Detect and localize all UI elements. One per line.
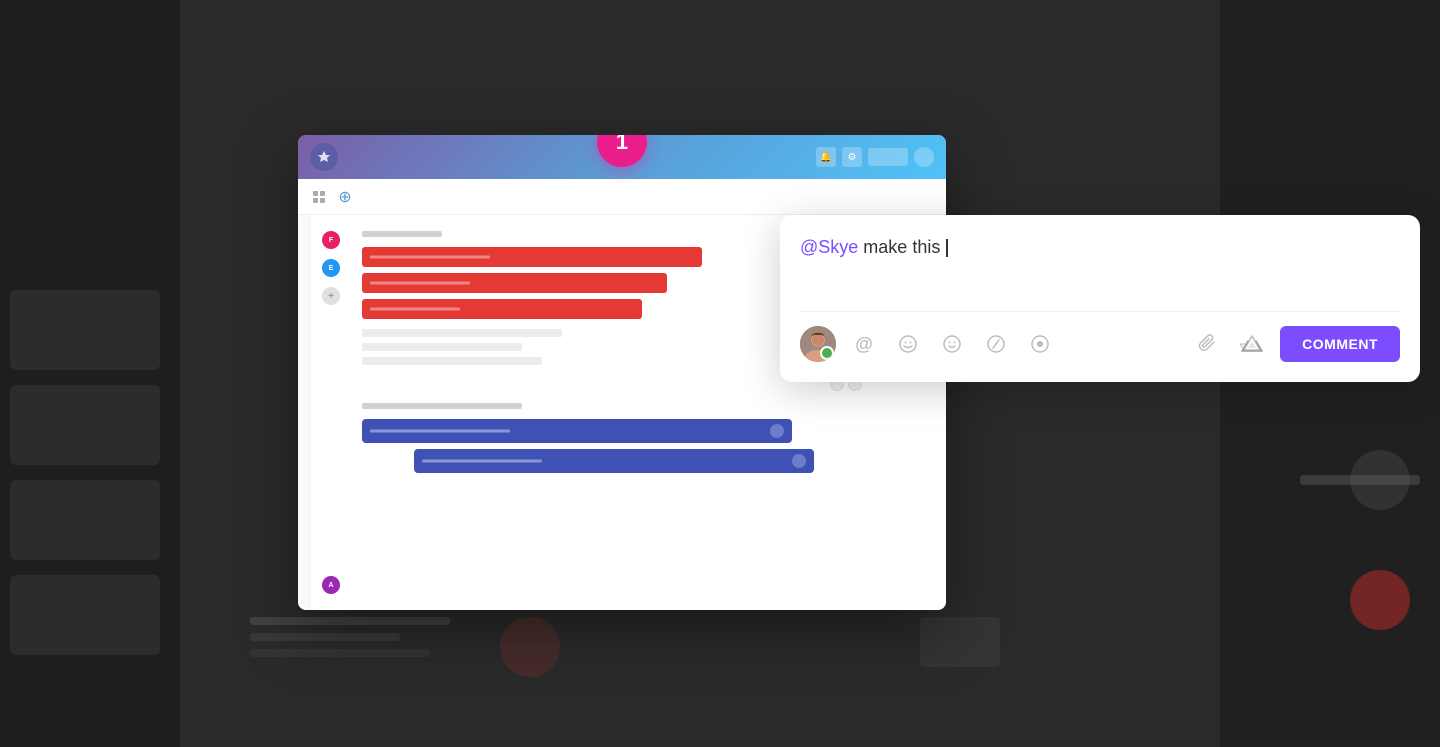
app-toolbar: ⊕ xyxy=(298,179,946,215)
bg-right-text xyxy=(1300,475,1420,485)
red-bar-2 xyxy=(362,273,667,293)
online-indicator xyxy=(826,352,835,361)
avatar-e: E xyxy=(322,259,340,277)
commenter-avatar xyxy=(800,326,836,362)
comment-body-text: make this xyxy=(858,237,945,257)
comment-toolbar: @ xyxy=(800,311,1400,362)
comment-input-area: @Skye make this xyxy=(800,235,1400,295)
bg-card-1 xyxy=(10,290,160,370)
bg-card-2 xyxy=(10,385,160,465)
grid-icon xyxy=(310,188,328,206)
bg-bottom xyxy=(200,597,1100,747)
emoji-icon[interactable] xyxy=(936,328,968,360)
header-avatar xyxy=(914,147,934,167)
comment-button[interactable]: COMMENT xyxy=(1280,326,1400,362)
blue-bar-1 xyxy=(362,419,792,443)
avatar-add: + xyxy=(322,287,340,305)
record-icon[interactable] xyxy=(1024,328,1056,360)
blue-group-header xyxy=(362,403,522,409)
bg-card-4 xyxy=(10,575,160,655)
drive-icon[interactable] xyxy=(1236,328,1268,360)
mention-icon[interactable]: @ xyxy=(848,328,880,360)
step-number: 1 xyxy=(616,135,628,155)
attachment-icon[interactable] xyxy=(1192,328,1224,360)
red-bar-3 xyxy=(362,299,642,319)
avatar-face xyxy=(800,326,836,362)
text-cursor xyxy=(946,239,948,257)
header-bar xyxy=(868,148,908,166)
bg-card-3 xyxy=(10,480,160,560)
placeholder-1 xyxy=(362,329,562,337)
task-avatars: F E + xyxy=(322,231,340,305)
bottom-avatar: A xyxy=(322,576,340,594)
avatar-svg xyxy=(800,326,836,362)
header-icons: 🔔 ⚙ xyxy=(816,147,934,167)
bg-avatar-2 xyxy=(1350,570,1410,630)
bell-icon: 🔔 xyxy=(816,147,836,167)
slash-icon[interactable] xyxy=(980,328,1012,360)
add-icon[interactable]: ⊕ xyxy=(336,188,354,206)
group-header-bar xyxy=(362,231,442,237)
left-sidebar xyxy=(298,215,310,610)
reaction-icon[interactable] xyxy=(892,328,924,360)
red-bar-1 xyxy=(362,247,702,267)
blue-bar-2 xyxy=(414,449,814,473)
settings-icon: ⚙ xyxy=(842,147,862,167)
mention-text: @Skye xyxy=(800,237,858,257)
comment-popup: @Skye make this @ xyxy=(780,215,1420,382)
avatar-f: F xyxy=(322,231,340,249)
placeholder-3 xyxy=(362,357,542,365)
placeholder-2 xyxy=(362,343,522,351)
app-logo xyxy=(310,143,338,171)
